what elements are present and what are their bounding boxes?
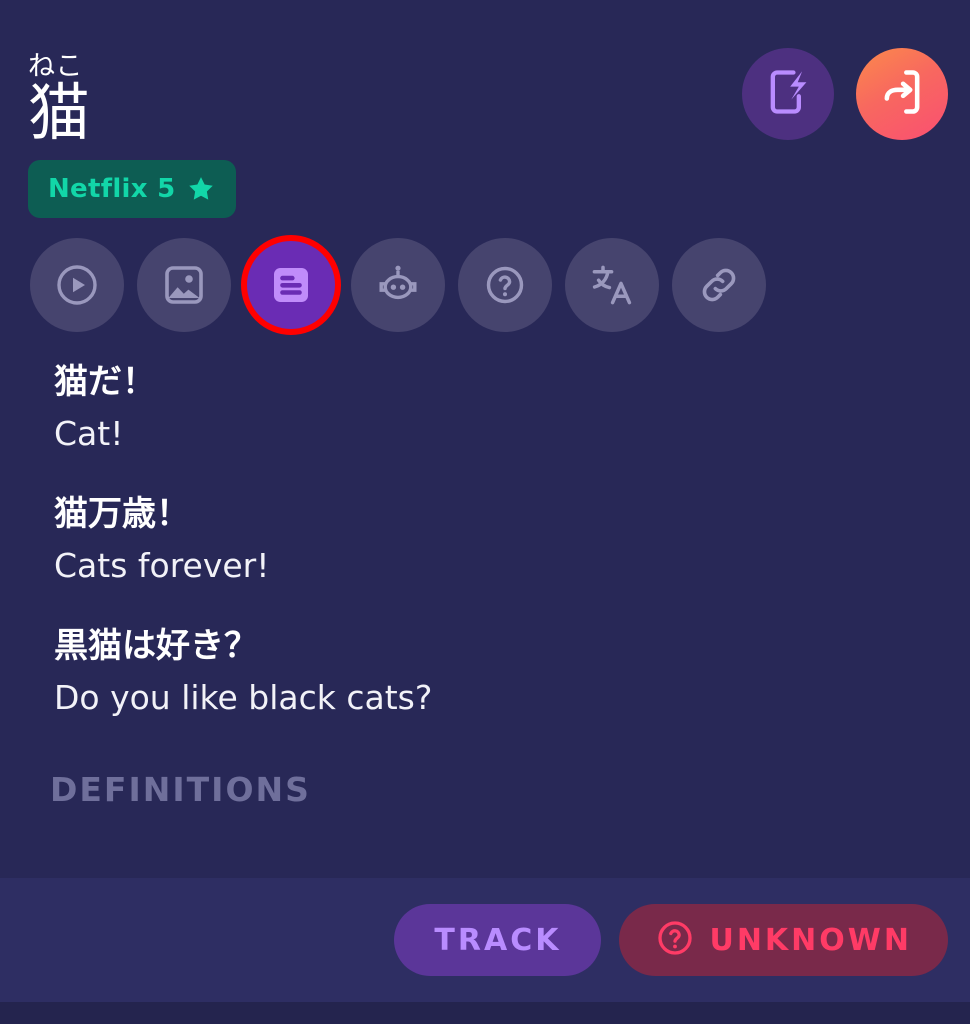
sentence-english: Do you like black cats? — [54, 678, 433, 717]
flashcard-lightning-icon — [762, 66, 814, 122]
robot-icon — [374, 261, 422, 309]
definitions-section-label: DEFINITIONS — [50, 770, 311, 809]
footer-strip — [0, 1002, 970, 1024]
page-title: 猫 — [28, 76, 91, 149]
tab-images[interactable] — [137, 238, 231, 332]
unknown-button-label: UNKNOWN — [709, 922, 912, 958]
sentence-item[interactable]: 黒猫は好き？ Do you like black cats? — [54, 620, 970, 752]
login-arrow-icon — [876, 66, 928, 122]
image-icon — [160, 261, 208, 309]
tab-sentences[interactable] — [241, 235, 341, 335]
sentence-english: Cats forever! — [54, 546, 270, 585]
sentence-item[interactable]: 猫だ！ Cat! — [54, 356, 970, 488]
source-badge-label: Netflix 5 — [48, 174, 176, 204]
document-lines-icon — [267, 261, 315, 309]
app-root: ねこ 猫 Netflix 5 猫だ！ Cat! 猫万歳！ Cats foreve… — [0, 0, 970, 1024]
play-circle-icon — [53, 261, 101, 309]
tab-video[interactable] — [30, 238, 124, 332]
sentence-japanese: 猫だ！ — [54, 362, 156, 402]
track-button[interactable]: TRACK — [394, 904, 602, 976]
sentence-japanese: 猫万歳！ — [54, 494, 190, 534]
tab-links[interactable] — [672, 238, 766, 332]
header-actions — [742, 48, 948, 140]
tab-quiz[interactable] — [458, 238, 552, 332]
tab-ai[interactable] — [351, 238, 445, 332]
unknown-button[interactable]: UNKNOWN — [619, 904, 948, 976]
question-circle-icon — [482, 262, 528, 308]
sentence-item[interactable]: 猫万歳！ Cats forever! — [54, 488, 970, 620]
question-circle-icon — [655, 918, 695, 962]
flashcard-button[interactable] — [742, 48, 834, 140]
bottom-action-bar: TRACK UNKNOWN — [0, 878, 970, 1002]
login-button[interactable] — [856, 48, 948, 140]
sentence-japanese: 黒猫は好き？ — [54, 626, 258, 666]
source-badge[interactable]: Netflix 5 — [28, 160, 236, 218]
track-button-label: TRACK — [434, 922, 562, 958]
tab-translate[interactable] — [565, 238, 659, 332]
sentence-english: Cat! — [54, 414, 124, 453]
header: ねこ 猫 Netflix 5 — [0, 0, 970, 230]
tab-strip — [30, 235, 766, 335]
link-icon — [696, 262, 742, 308]
translate-icon — [588, 261, 636, 309]
star-icon — [186, 174, 216, 204]
word-heading: ねこ 猫 — [28, 52, 90, 146]
